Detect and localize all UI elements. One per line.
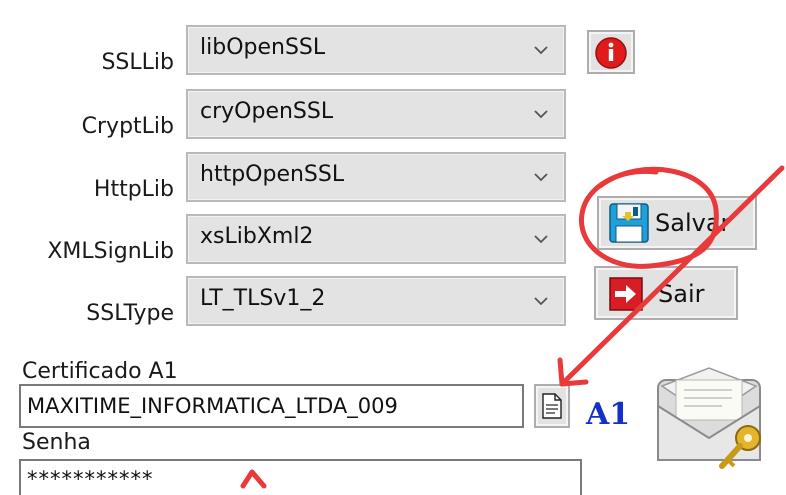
xmlsignlib-select[interactable]: xsLibXml2 (186, 214, 566, 264)
chevron-down-icon (534, 173, 548, 182)
info-icon (595, 37, 627, 69)
exit-button-label: Sair (658, 280, 705, 308)
ssllib-value: libOpenSSL (200, 35, 326, 60)
cryptlib-select[interactable]: cryOpenSSL (186, 89, 566, 139)
chevron-down-icon (534, 46, 548, 55)
chevron-down-icon (534, 235, 548, 244)
floppy-disk-icon (609, 203, 649, 243)
cryptlib-value: cryOpenSSL (200, 99, 334, 124)
password-label: Senha (22, 430, 91, 455)
save-button[interactable]: Salvar (597, 196, 757, 250)
httplib-value: httpOpenSSL (200, 162, 345, 187)
ssltype-label: SSLType (86, 301, 174, 326)
cryptlib-label: CryptLib (81, 114, 174, 139)
httplib-label: HttpLib (93, 177, 174, 202)
certificate-config-panel: SSLLib libOpenSSL CryptLib cryOpenSSL Ht… (0, 0, 786, 495)
ssltype-value: LT_TLSv1_2 (200, 286, 326, 311)
exit-arrow-icon (609, 277, 643, 311)
password-value: *********** (27, 467, 154, 491)
a1-badge: A1 (586, 397, 631, 432)
exit-button[interactable]: Sair (594, 266, 738, 320)
xmlsignlib-label: XMLSignLib (47, 239, 174, 264)
select-certificate-button[interactable] (534, 384, 570, 428)
envelope-key-icon (657, 367, 761, 469)
certificate-field[interactable]: MAXITIME_INFORMATICA_LTDA_009 (19, 384, 524, 428)
arrowhead-annotation (557, 357, 589, 387)
chevron-down-icon (534, 110, 548, 119)
httplib-select[interactable]: httpOpenSSL (186, 152, 566, 202)
info-button[interactable] (587, 30, 635, 74)
ssllib-select[interactable]: libOpenSSL (186, 25, 566, 75)
document-icon (542, 393, 562, 419)
ssllib-label: SSLLib (101, 50, 174, 75)
password-field[interactable]: *********** (19, 459, 582, 495)
certificate-value: MAXITIME_INFORMATICA_LTDA_009 (27, 394, 398, 418)
save-button-label: Salvar (655, 209, 731, 237)
xmlsignlib-value: xsLibXml2 (200, 224, 314, 249)
chevron-down-icon (534, 297, 548, 306)
certificate-label: Certificado A1 (22, 359, 178, 384)
ssltype-select[interactable]: LT_TLSv1_2 (186, 276, 566, 326)
